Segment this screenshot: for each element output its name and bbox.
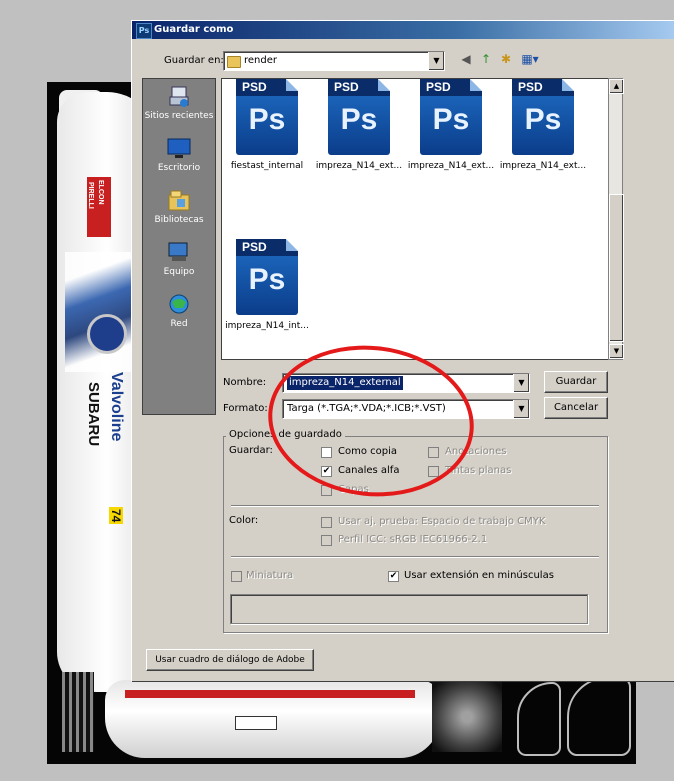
file-list-scrollbar[interactable]: ▲ ▼ (608, 78, 624, 360)
place-libraries-label: Bibliotecas (154, 215, 204, 225)
dialog-title: Guardar como (154, 24, 234, 35)
save-button[interactable]: Guardar (544, 371, 608, 393)
new-folder-icon[interactable]: ✱ (498, 51, 514, 67)
psd-file-icon: PSD Ps (236, 79, 298, 155)
file-name: impreza_N14_ext... (407, 161, 495, 171)
icc-profile-checkbox[interactable] (321, 535, 332, 546)
thumbnail-label: Miniatura (246, 570, 294, 581)
chevron-down-icon[interactable]: ▼ (513, 374, 529, 392)
car-front-bumper-texture (105, 680, 440, 758)
psd-file-icon: PSD Ps (328, 79, 390, 155)
computer-icon (168, 242, 188, 261)
folder-icon (227, 56, 241, 68)
color-label: Color: (229, 515, 259, 526)
back-icon[interactable]: ◀ (458, 51, 474, 67)
file-item[interactable]: PSD Ps fiestast_internal (222, 79, 312, 171)
race-number: 74 (109, 507, 123, 525)
filename-label: Nombre: (223, 377, 267, 388)
file-item[interactable]: PSD Ps impreza_N14_ext... (314, 79, 404, 171)
mechanical-parts-texture (62, 672, 94, 752)
scroll-down-icon[interactable]: ▼ (609, 344, 624, 359)
place-computer[interactable]: Equipo (143, 241, 215, 277)
places-bar: Sitios recientes Escritorio Bibliotecas … (142, 78, 216, 415)
warning-message-box (230, 594, 588, 624)
file-name: impreza_N14_ext... (315, 161, 403, 171)
chevron-down-icon[interactable]: ▼ (513, 400, 529, 418)
pirelli-text: PIRELLI (87, 182, 94, 209)
up-folder-icon[interactable]: ↑ (478, 51, 494, 67)
file-item[interactable]: PSD Ps impreza_N14_ext... (498, 79, 588, 171)
cancel-button[interactable]: Cancelar (544, 397, 608, 419)
blue-livery-stripe (65, 252, 135, 372)
place-computer-label: Equipo (163, 267, 195, 277)
chevron-down-icon[interactable]: ▼ (428, 52, 444, 70)
file-list[interactable]: PSD Ps fiestast_internal PSD Ps impreza_… (221, 78, 610, 360)
bumper-red-strip (125, 690, 415, 698)
place-libraries[interactable]: Bibliotecas (143, 189, 215, 225)
wheel-arch-outline-2 (567, 677, 631, 756)
place-network[interactable]: Red (143, 293, 215, 329)
psd-file-icon: PSD Ps (512, 79, 574, 155)
use-adobe-dialog-button[interactable]: Usar cuadro de diálogo de Adobe (146, 649, 314, 671)
recent-places-icon (169, 86, 189, 107)
file-name: impreza_N14_int... (225, 321, 309, 331)
save-in-combo[interactable]: render ▼ (223, 51, 445, 71)
dialog-titlebar[interactable]: Ps Guardar como (132, 21, 674, 39)
wheel-arch-outline (517, 682, 561, 756)
format-label: Formato: (223, 403, 268, 414)
psd-file-icon: PSD Ps (420, 79, 482, 155)
options-separator (231, 505, 599, 507)
valvoline-text: Valvoline (108, 372, 125, 442)
proof-setup-label: Usar aj. prueba: Espacio de trabajo CMYK (338, 516, 546, 527)
icc-profile-label: Perfil ICC: sRGB IEC61966-2.1 (338, 534, 488, 545)
subaru-text: SUBARU (85, 382, 102, 447)
desktop-icon (167, 138, 191, 158)
view-menu-icon[interactable]: ▦▾ (519, 51, 541, 67)
lowercase-extension-label: Usar extensión en minúsculas (404, 570, 554, 581)
file-item[interactable]: PSD Ps impreza_N14_ext... (406, 79, 496, 171)
photoshop-app-icon: Ps (136, 23, 152, 39)
save-in-value: render (244, 55, 277, 66)
lowercase-extension-checkbox[interactable]: ✔ (388, 571, 399, 582)
file-item[interactable]: PSD Ps impreza_N14_int... (222, 239, 312, 331)
scroll-up-icon[interactable]: ▲ (609, 79, 624, 94)
options-separator (231, 556, 599, 558)
subaru-logo (87, 314, 127, 354)
file-name: fiestast_internal (230, 161, 304, 171)
elcon-text: ELCON (97, 180, 104, 205)
place-desktop[interactable]: Escritorio (143, 137, 215, 173)
place-recent[interactable]: Sitios recientes (143, 85, 215, 121)
proof-setup-checkbox[interactable] (321, 517, 332, 528)
psd-file-icon: PSD Ps (236, 239, 298, 315)
file-name: impreza_N14_ext... (499, 161, 587, 171)
network-icon (169, 294, 189, 314)
libraries-icon (168, 190, 190, 211)
scroll-thumb[interactable] (609, 194, 624, 342)
engine-texture (432, 682, 502, 752)
save-in-label: Guardar en: (164, 55, 224, 66)
save-label: Guardar: (229, 445, 273, 456)
license-plate (235, 716, 277, 730)
place-recent-label: Sitios recientes (144, 111, 214, 121)
place-desktop-label: Escritorio (157, 163, 201, 173)
place-network-label: Red (170, 319, 188, 329)
thumbnail-checkbox[interactable] (231, 571, 242, 582)
